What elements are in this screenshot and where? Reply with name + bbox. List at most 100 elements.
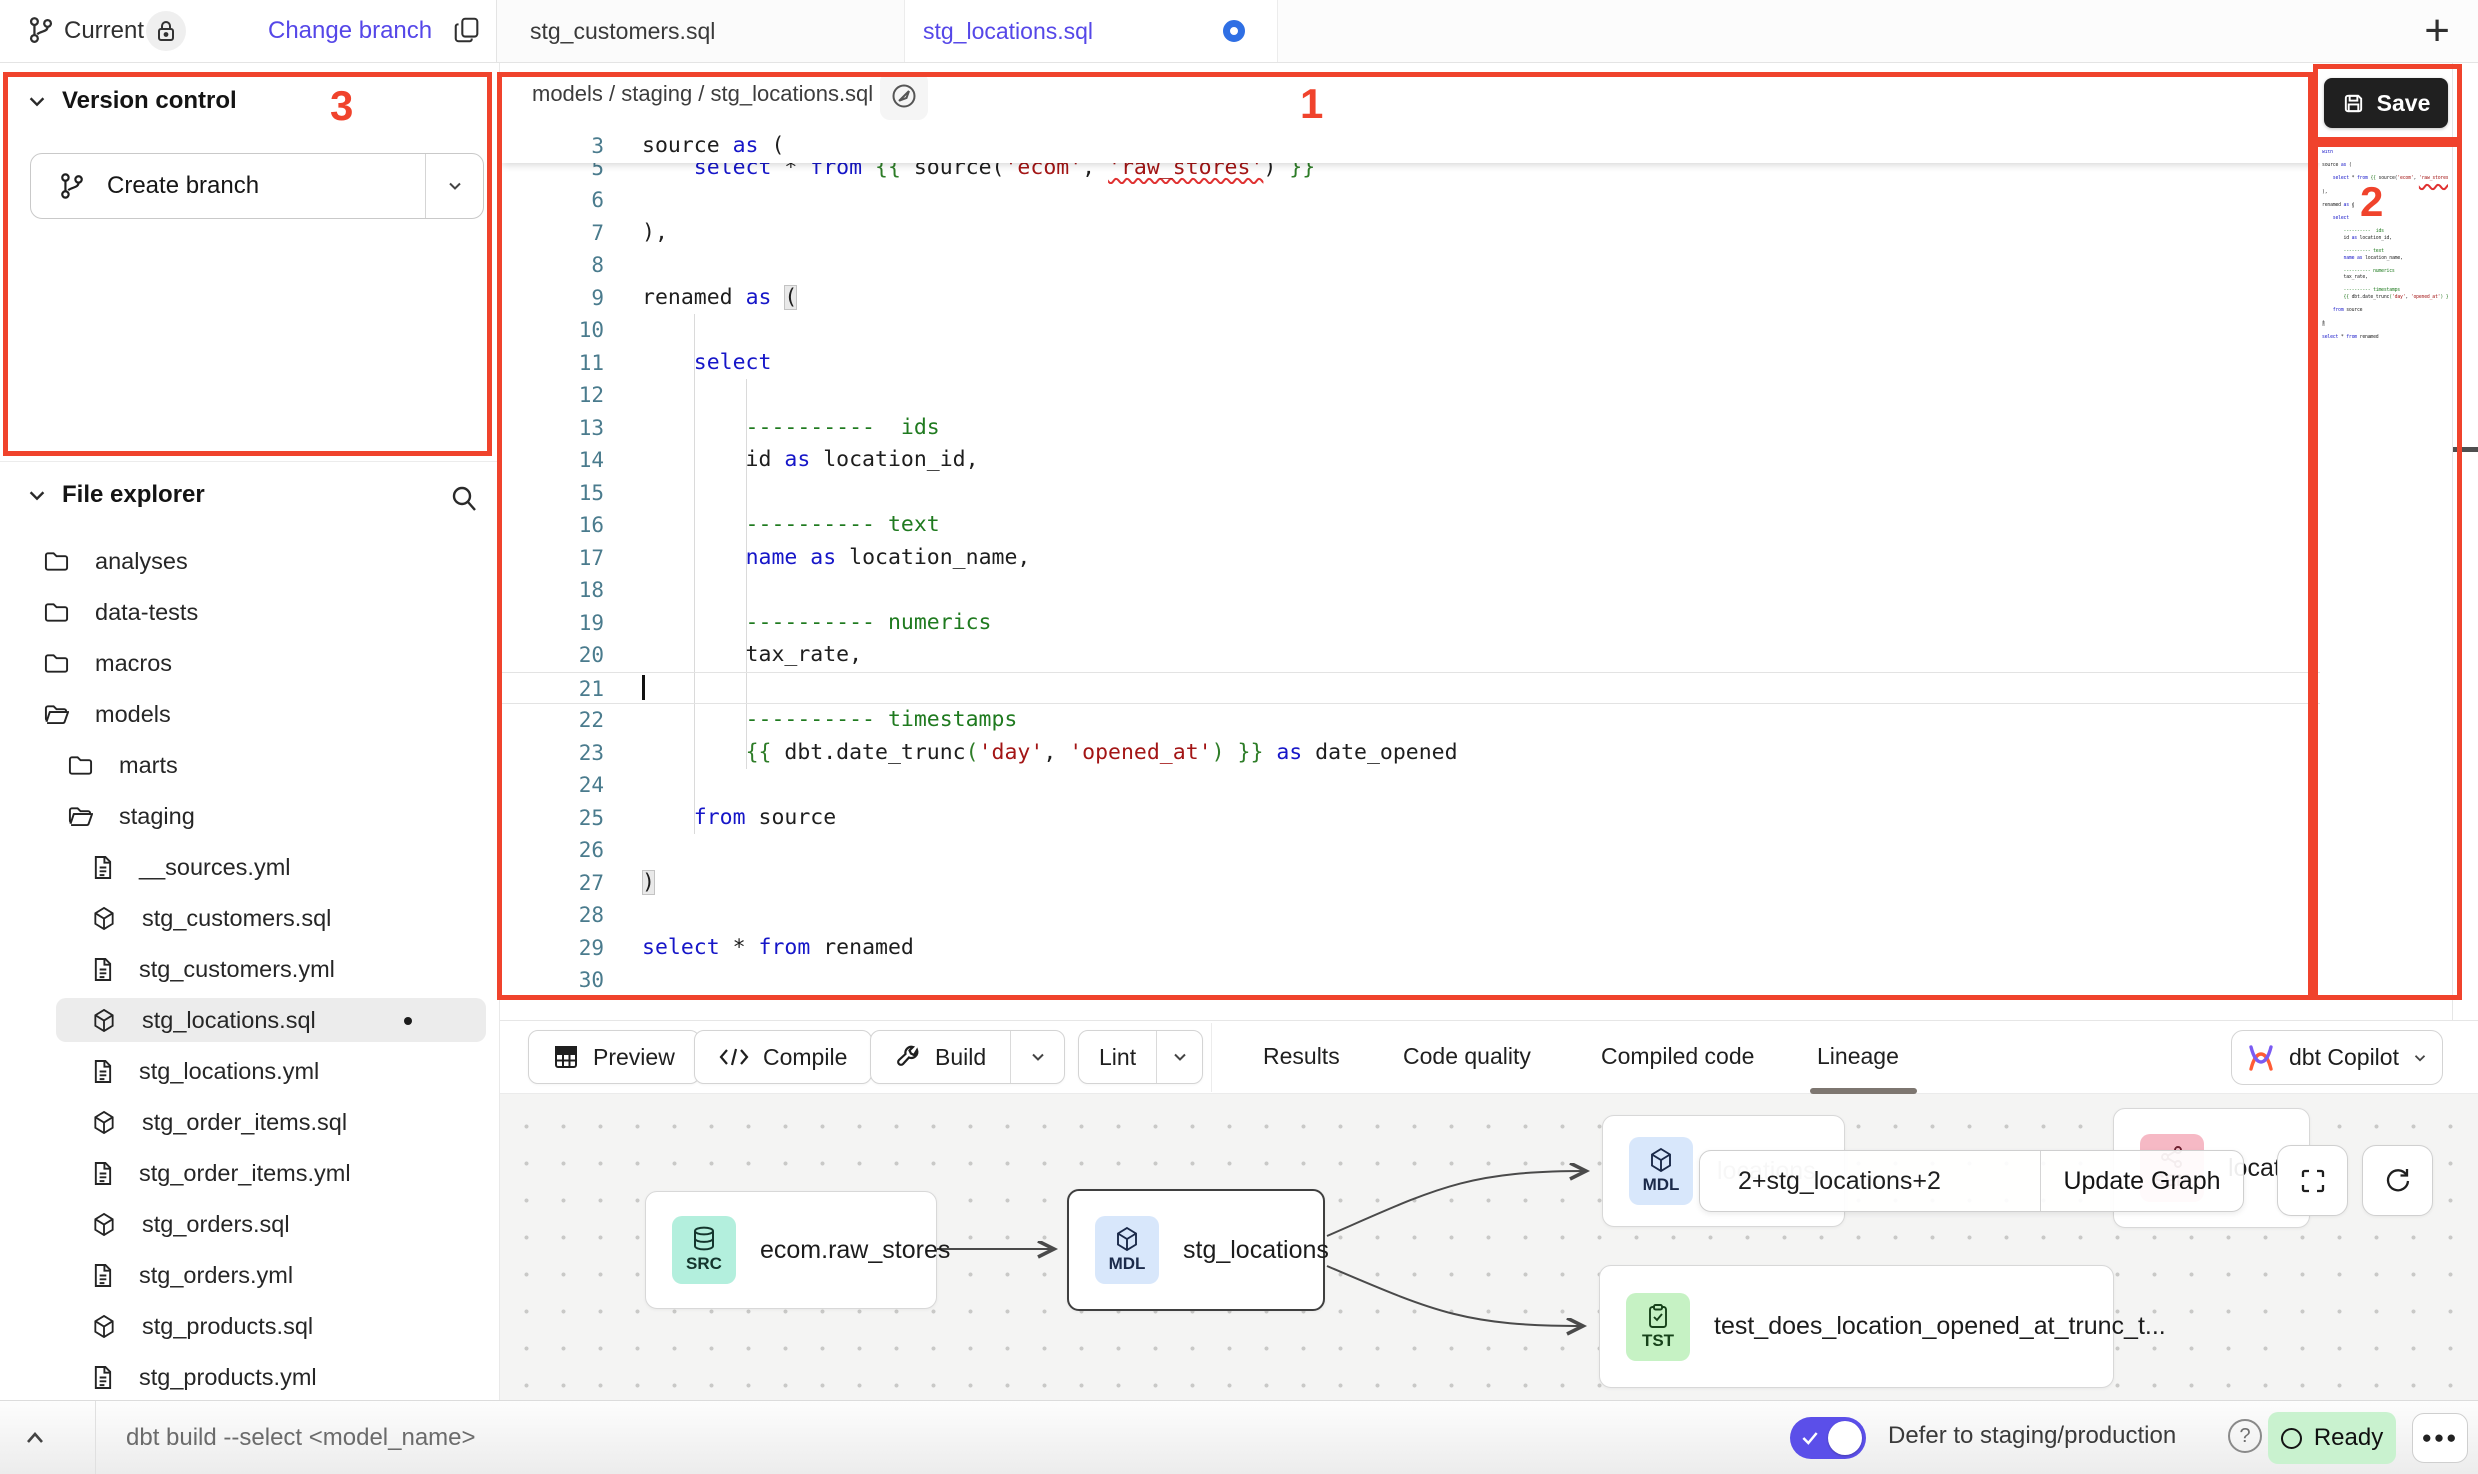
tree-item-marts[interactable]: marts	[0, 743, 497, 787]
line-number: 26	[500, 834, 604, 867]
line-number: 8	[500, 249, 604, 282]
copy-icon[interactable]	[452, 15, 482, 50]
build-dropdown[interactable]	[1010, 1031, 1064, 1083]
tree-item--sources-yml[interactable]: __sources.yml	[0, 845, 497, 889]
tree-item-stg-customers-sql[interactable]: stg_customers.sql	[0, 896, 497, 940]
tree-item-stg-customers-yml[interactable]: stg_customers.yml	[0, 947, 497, 991]
tree-item-stg-orders-sql[interactable]: stg_orders.sql	[0, 1202, 497, 1246]
line-number: 24	[500, 769, 604, 802]
search-icon[interactable]	[448, 483, 480, 520]
tab-code-quality[interactable]: Code quality	[1403, 1043, 1531, 1070]
lineage-node-stg-locations[interactable]: MDL stg_locations	[1067, 1189, 1325, 1311]
code-line-19[interactable]: 19 ---------- numerics	[500, 607, 2320, 640]
cube-icon	[1115, 1226, 1139, 1252]
minimap-line: with	[2322, 150, 2448, 157]
tree-item-stg-locations-yml[interactable]: stg_locations.yml	[0, 1049, 497, 1093]
code-line-24[interactable]: 24	[500, 769, 2320, 802]
defer-toggle[interactable]	[1790, 1417, 1866, 1459]
ready-status-badge[interactable]: Ready	[2268, 1412, 2396, 1464]
lineage-canvas[interactable]: SRC ecom.raw_stores MDL stg_locations MD…	[500, 1094, 2478, 1401]
tree-item-models[interactable]: models	[0, 692, 497, 736]
code-line-8[interactable]: 8	[500, 249, 2320, 282]
new-tab-button[interactable]: +	[2424, 4, 2450, 58]
code-editor[interactable]: 3source as (5 select * from {{ source('e…	[500, 130, 2320, 1000]
code-line-30[interactable]: 30	[500, 964, 2320, 997]
lineage-node-test[interactable]: TST test_does_location_opened_at_trunc_t…	[1599, 1265, 2114, 1388]
save-button[interactable]: Save	[2324, 78, 2448, 128]
code-line-14[interactable]: 14 id as location_id,	[500, 444, 2320, 477]
preview-button[interactable]: Preview	[528, 1030, 700, 1084]
code-line-9[interactable]: 9renamed as (	[500, 282, 2320, 315]
code-line-23[interactable]: 23 {{ dbt.date_trunc('day', 'opened_at')…	[500, 737, 2320, 770]
code-line-6[interactable]: 6	[500, 184, 2320, 217]
code-line-15[interactable]: 15	[500, 477, 2320, 510]
tree-item-stg-products-yml[interactable]: stg_products.yml	[0, 1355, 497, 1399]
lineage-node-ecom-raw-stores[interactable]: SRC ecom.raw_stores	[645, 1191, 937, 1309]
create-branch-dropdown[interactable]	[425, 154, 483, 218]
line-number: 30	[500, 964, 604, 997]
tree-item-stg-products-sql[interactable]: stg_products.sql	[0, 1304, 497, 1348]
chevron-up-icon[interactable]	[20, 1423, 50, 1458]
unsaved-changes-dot	[1223, 20, 1245, 42]
code-line-27[interactable]: 27)	[500, 867, 2320, 900]
panel-resize-handle[interactable]	[2453, 447, 2478, 452]
code-line-21[interactable]: 21	[500, 672, 2320, 705]
code-line-17[interactable]: 17 name as location_name,	[500, 542, 2320, 575]
panel-resize-border	[2452, 63, 2453, 1020]
tree-item-staging[interactable]: staging	[0, 794, 497, 838]
code-line-16[interactable]: 16 ---------- text	[500, 509, 2320, 542]
code-line-13[interactable]: 13 ---------- ids	[500, 412, 2320, 445]
line-number: 11	[500, 347, 604, 380]
code-line-25[interactable]: 25 from source	[500, 802, 2320, 835]
tree-item-stg-order-items-yml[interactable]: stg_order_items.yml	[0, 1151, 497, 1195]
compile-button[interactable]: Compile	[694, 1030, 872, 1084]
minimap[interactable]: withsource as ( select * from {{ source(…	[2322, 150, 2448, 1000]
refresh-icon	[2383, 1166, 2413, 1196]
create-branch-main[interactable]: Create branch	[31, 154, 425, 218]
refresh-button[interactable]	[2362, 1145, 2433, 1216]
code-line-18[interactable]: 18	[500, 574, 2320, 607]
line-text	[604, 834, 642, 867]
tab-compiled-code[interactable]: Compiled code	[1601, 1043, 1754, 1070]
code-line-11[interactable]: 11 select	[500, 347, 2320, 380]
tab-lineage[interactable]: Lineage	[1817, 1043, 1899, 1070]
more-options-button[interactable]: ●●●	[2412, 1413, 2468, 1463]
tree-item-analyses[interactable]: analyses	[0, 539, 497, 583]
change-branch-link[interactable]: Change branch	[268, 17, 432, 45]
line-text: )	[604, 867, 655, 900]
version-control-header[interactable]: Version control	[0, 87, 237, 115]
file-explorer-header[interactable]: File explorer	[0, 481, 205, 509]
code-line-10[interactable]: 10	[500, 314, 2320, 347]
help-icon[interactable]: ?	[2228, 1419, 2262, 1453]
lint-button[interactable]: Lint	[1078, 1030, 1203, 1084]
create-branch-button[interactable]: Create branch	[30, 153, 484, 219]
tree-item-stg-locations-sql[interactable]: stg_locations.sql	[56, 998, 486, 1042]
docs-compass-button[interactable]	[880, 72, 928, 120]
git-branch-icon	[26, 15, 56, 50]
code-line-22[interactable]: 22 ---------- timestamps	[500, 704, 2320, 737]
update-graph-button[interactable]: Update Graph	[2040, 1151, 2243, 1211]
tab-stg-customers-sql[interactable]: stg_customers.sql	[497, 0, 905, 62]
build-button[interactable]: Build	[870, 1030, 1065, 1084]
tree-item-stg-orders-yml[interactable]: stg_orders.yml	[0, 1253, 497, 1297]
code-line-29[interactable]: 29select * from renamed	[500, 932, 2320, 965]
lineage-selector-input[interactable]: 2+stg_locations+2	[1700, 1151, 2040, 1211]
dbt-copilot-button[interactable]: dbt Copilot	[2231, 1030, 2443, 1085]
folder-icon	[44, 601, 69, 623]
tree-item-stg-order-items-sql[interactable]: stg_order_items.sql	[0, 1100, 497, 1144]
code-line-20[interactable]: 20 tax_rate,	[500, 639, 2320, 672]
code-line-12[interactable]: 12	[500, 379, 2320, 412]
line-text	[604, 379, 642, 412]
code-line-28[interactable]: 28	[500, 899, 2320, 932]
code-line-3[interactable]: 3source as (	[500, 130, 2320, 163]
tab-results[interactable]: Results	[1263, 1043, 1340, 1070]
tree-item-data-tests[interactable]: data-tests	[0, 590, 497, 634]
code-line-7[interactable]: 7),	[500, 217, 2320, 250]
command-input[interactable]: dbt build --select <model_name>	[126, 1424, 476, 1452]
lint-dropdown[interactable]	[1156, 1031, 1202, 1083]
tree-item-macros[interactable]: macros	[0, 641, 497, 685]
tab-stg-locations-sql[interactable]: stg_locations.sql	[905, 0, 1278, 62]
code-line-26[interactable]: 26	[500, 834, 2320, 867]
fullscreen-button[interactable]	[2277, 1145, 2348, 1216]
code-line-5[interactable]: 5 select * from {{ source('ecom', 'raw_s…	[500, 163, 2320, 184]
